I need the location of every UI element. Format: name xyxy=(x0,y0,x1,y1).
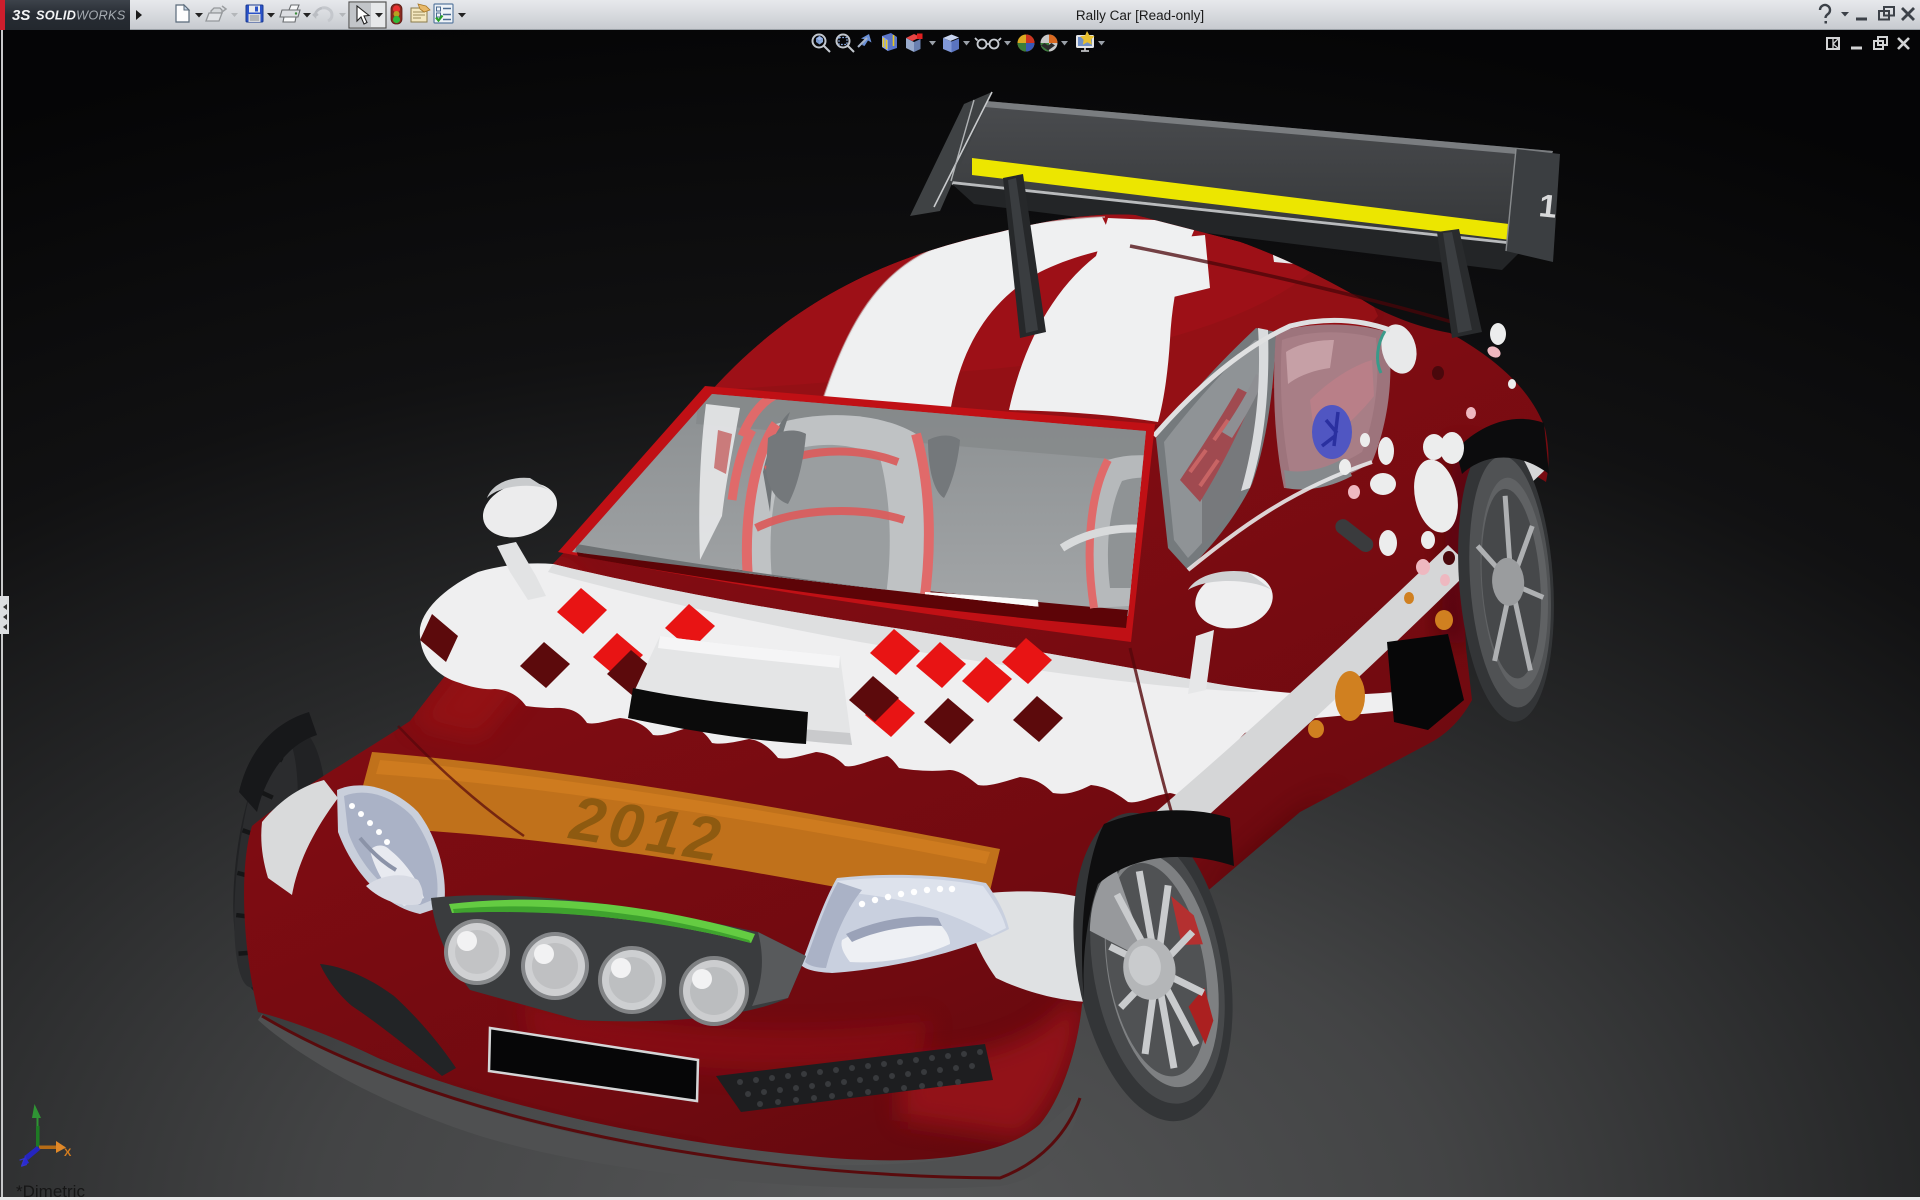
svg-text:SOLIDWORKS: SOLIDWORKS xyxy=(36,8,126,23)
svg-text:1: 1 xyxy=(1537,187,1558,225)
svg-text:3S: 3S xyxy=(12,7,30,24)
svg-text:Rally Car [Read-only]: Rally Car [Read-only] xyxy=(1076,8,1204,23)
svg-text:X: X xyxy=(64,1147,72,1159)
